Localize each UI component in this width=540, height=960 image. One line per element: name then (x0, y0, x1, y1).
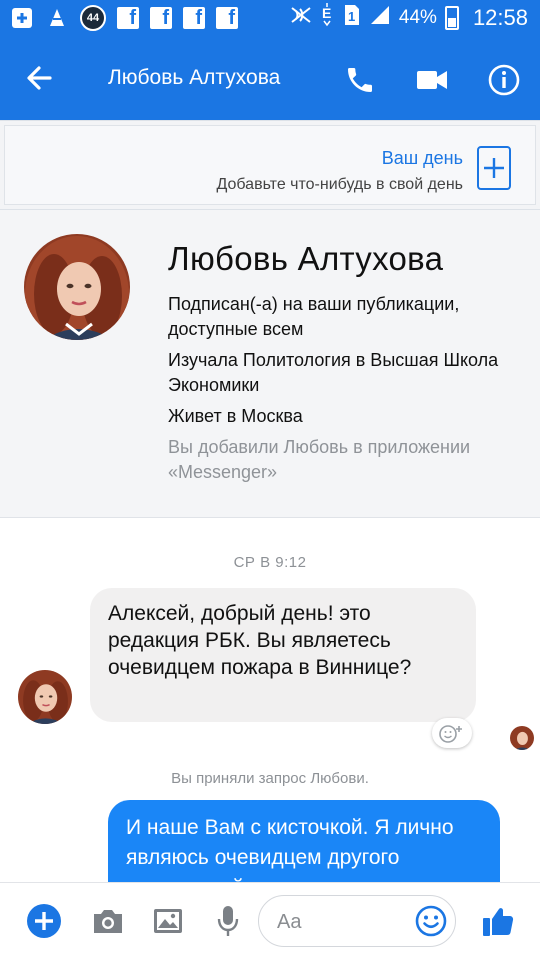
message-input-wrapper[interactable] (258, 895, 456, 947)
message-composer (0, 882, 540, 960)
profile-details: Подписан(-а) на ваши публикации, доступн… (168, 292, 528, 491)
profile-name: Любовь Алтухова (168, 240, 444, 277)
voice-call-button[interactable] (338, 58, 382, 102)
video-call-button[interactable] (410, 58, 454, 102)
image-icon (154, 909, 182, 933)
profile-added-note: Вы добавили Любовь в приложении «Messeng… (168, 437, 471, 482)
read-receipt-avatar (510, 726, 534, 750)
data-e-icon: E (321, 3, 335, 33)
avatar[interactable] (24, 234, 130, 340)
message-timestamp: СР В 9:12 (233, 554, 307, 571)
gallery-button[interactable] (150, 903, 186, 939)
status-notifications: 44 f f f f (10, 5, 238, 31)
add-reaction-button[interactable] (432, 718, 472, 748)
status-bar: 44 f f f f E 1 44% 12:58 (0, 0, 540, 36)
clock: 12:58 (472, 5, 528, 30)
camera-icon (94, 910, 122, 933)
nfc-icon (289, 4, 313, 32)
sim-icon: 1 (343, 3, 361, 33)
plus-icon (484, 158, 504, 178)
svg-text:E: E (322, 5, 331, 21)
facebook-icon: f (216, 7, 238, 29)
battery-icon (444, 6, 459, 30)
plus-circle-icon (27, 904, 61, 938)
facebook-icon: f (117, 7, 139, 29)
your-day-subtitle: Добавьте что-нибудь в свой день (216, 176, 463, 193)
camera-button[interactable] (90, 903, 126, 939)
voice-message-button[interactable] (210, 903, 246, 939)
info-button[interactable] (482, 58, 526, 102)
notification-count-badge: 44 (80, 5, 106, 31)
profile-education: Изучала Политология в Высшая Школа Эконо… (168, 350, 499, 395)
smiley-icon (415, 905, 447, 937)
thumbs-up-icon (483, 908, 514, 936)
profile-location: Живет в Москва (168, 406, 303, 426)
message-thread[interactable]: СР В 9:12 Алексей, добрый день! это реда… (0, 518, 540, 882)
your-day-panel: Ваш день Добавьте что-нибудь в свой день (0, 120, 540, 210)
battery-percent: 44% (398, 7, 437, 28)
more-actions-button[interactable] (26, 903, 62, 939)
your-day-card[interactable]: Ваш день Добавьте что-нибудь в свой день (4, 125, 536, 205)
status-system: E 1 44% 12:58 (289, 3, 528, 33)
sender-avatar[interactable] (18, 670, 72, 724)
svg-text:1: 1 (348, 9, 355, 24)
conversation-header: Любовь Алтухова (0, 36, 540, 120)
vlc-cone-icon (45, 6, 69, 30)
incoming-message-bubble[interactable]: Алексей, добрый день! это редакция РБК. … (90, 588, 476, 722)
facebook-icon: f (150, 7, 172, 29)
contact-profile-card: Любовь Алтухова Подписан(-а) на ваши пуб… (0, 210, 540, 518)
microphone-icon (217, 906, 239, 936)
back-button[interactable] (20, 58, 64, 98)
outgoing-message-bubble[interactable]: И наше Вам с кисточкой. Я лично являюсь … (108, 800, 500, 882)
emoji-plus-icon (439, 725, 462, 743)
add-box-icon (10, 6, 34, 30)
message-input[interactable] (277, 908, 417, 936)
your-day-title[interactable]: Ваш день (382, 148, 463, 169)
emoji-button[interactable] (415, 905, 447, 937)
signal-icon (369, 4, 391, 32)
request-accepted-note: Вы приняли запрос Любови. (171, 770, 369, 787)
conversation-title[interactable]: Любовь Алтухова (108, 66, 280, 90)
add-story-button[interactable] (477, 146, 511, 190)
profile-follow-info: Подписан(-а) на ваши публикации, доступн… (168, 294, 460, 339)
like-button[interactable] (480, 903, 516, 939)
facebook-icon: f (183, 7, 205, 29)
